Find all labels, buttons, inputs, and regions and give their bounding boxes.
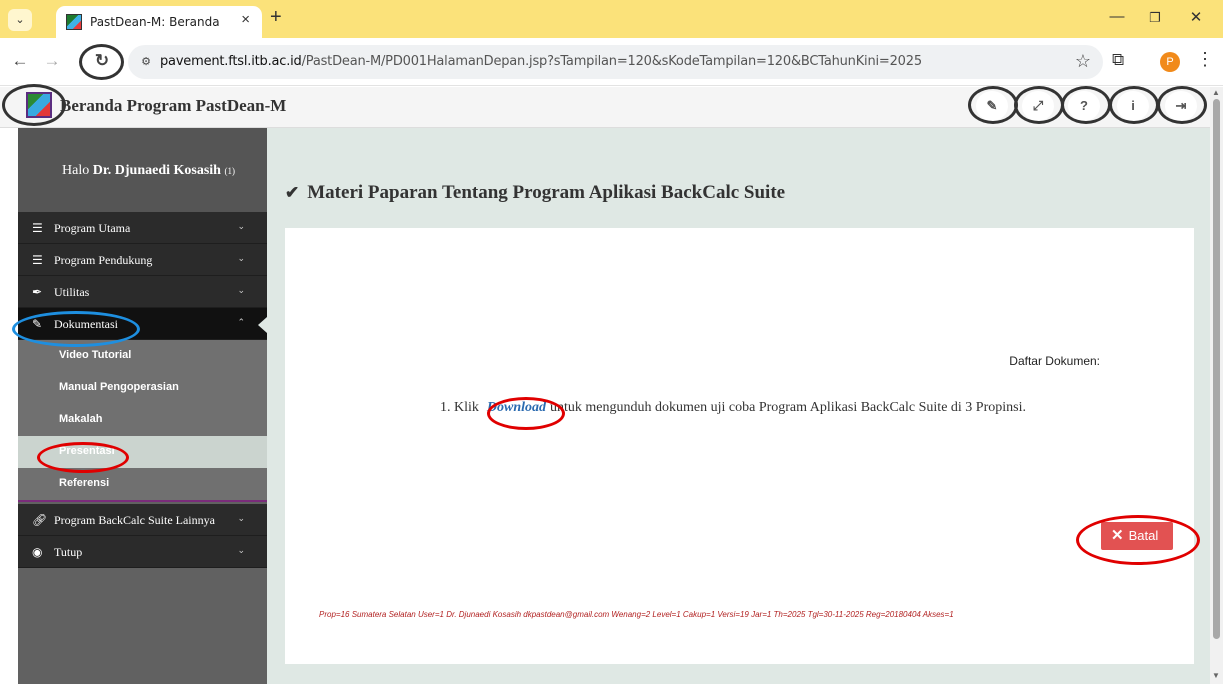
minimize-icon[interactable]: — — [1102, 8, 1132, 25]
scroll-up-icon[interactable]: ▲ — [1212, 88, 1220, 97]
document-list-heading: Daftar Dokumen: — [1009, 354, 1100, 368]
list-icon: ☰ — [32, 253, 43, 267]
extensions-icon[interactable]: ⧉ — [1112, 50, 1124, 70]
sidebar-item-label: Utilitas — [54, 285, 90, 299]
browser-toolbar: ← → ↻ ⚙ pavement.ftsl.itb.ac.id/PastDean… — [0, 38, 1223, 86]
annotation-ring-help — [1061, 86, 1111, 124]
content-title: ✔ Materi Paparan Tentang Program Aplikasi… — [285, 182, 785, 204]
address-bar[interactable]: ⚙ pavement.ftsl.itb.ac.id/PastDean-M/PD0… — [128, 45, 1103, 79]
scrollbar[interactable]: ▲ ▼ — [1210, 87, 1223, 684]
sidebar-menu-lower: 🔗︎ Program BackCalc Suite Lainnya ⌄ ◉ Tu… — [18, 504, 267, 568]
forward-arrow-icon[interactable]: → — [40, 49, 64, 73]
sidebar-item-label: Program Utama — [54, 221, 131, 235]
favicon-icon — [66, 14, 82, 30]
sidebar-item-program-pendukung[interactable]: ☰ Program Pendukung ⌄ — [18, 244, 267, 276]
sidebar-item-label: Tutup — [54, 545, 83, 559]
greeting-text: Halo Dr. Djunaedi Kosasih (1) — [62, 163, 235, 178]
document-panel: Daftar Dokumen: 1. Klik Download untuk men… — [285, 228, 1194, 664]
url-text: pavement.ftsl.itb.ac.id/PastDean-M/PD001… — [160, 54, 922, 69]
chevron-down-icon: ⌄ — [237, 253, 245, 263]
sidebar-item-utilitas[interactable]: ✒ Utilitas ⌄ — [18, 276, 267, 308]
back-arrow-icon[interactable]: ← — [8, 49, 32, 73]
sidebar-item-tutup[interactable]: ◉ Tutup ⌄ — [18, 536, 267, 568]
annotation-ring-expand — [1014, 86, 1064, 124]
submenu-item-referensi[interactable]: Referensi — [18, 468, 267, 500]
tab-close-icon[interactable]: × — [241, 11, 250, 28]
user-greeting: Halo Dr. Djunaedi Kosasih (1) — [18, 128, 267, 212]
page-title: Beranda Program PastDean-M — [60, 96, 287, 115]
chevron-down-icon: ⌄ — [237, 221, 245, 231]
tab-search-icon[interactable]: ⌄ — [8, 9, 32, 31]
sidebar-item-label: Program Pendukung — [54, 253, 153, 267]
chevron-down-icon: ⌄ — [237, 513, 245, 523]
avatar[interactable]: P — [1160, 52, 1180, 72]
divider — [18, 500, 267, 502]
list-icon: ☰ — [32, 221, 43, 235]
browser-tabbar: ⌄ PastDean-M: Beranda × + — ❐ ✕ — [0, 0, 1223, 38]
chevron-down-icon: ⌄ — [237, 285, 245, 295]
sidebar-item-label: Program BackCalc Suite Lainnya — [54, 513, 215, 527]
scrollbar-thumb[interactable] — [1213, 99, 1220, 639]
tab-title: PastDean-M: Beranda — [90, 15, 220, 29]
quill-icon: ✒ — [32, 285, 43, 299]
list-description: untuk mengunduh dokumen uji coba Program… — [550, 400, 1026, 415]
chevron-up-icon: ⌃ — [237, 317, 245, 327]
star-icon[interactable]: ☆ — [1075, 51, 1091, 72]
scroll-down-icon[interactable]: ▼ — [1212, 671, 1220, 680]
list-prefix: Klik — [454, 400, 479, 415]
more-menu-icon[interactable]: ⋮ — [1196, 49, 1214, 70]
close-icon[interactable]: ✕ — [1181, 8, 1211, 26]
annotation-ring-dokumentasi — [12, 311, 140, 347]
restore-icon[interactable]: ❐ — [1140, 10, 1170, 26]
annotation-ring-logo — [2, 84, 66, 126]
sidebar-item-backcalc-lainnya[interactable]: 🔗︎ Program BackCalc Suite Lainnya ⌄ — [18, 504, 267, 536]
sidebar-item-program-utama[interactable]: ☰ Program Utama ⌄ — [18, 212, 267, 244]
site-info-icon[interactable]: ⚙ — [137, 53, 155, 71]
annotation-ring-reload — [79, 44, 124, 80]
submenu-item-manual[interactable]: Manual Pengoperasian — [18, 372, 267, 404]
annotation-ring-pencil — [968, 86, 1018, 124]
browser-tab[interactable]: PastDean-M: Beranda × — [56, 6, 262, 38]
submenu-item-makalah[interactable]: Makalah — [18, 404, 267, 436]
annotation-ring-presentasi — [37, 442, 129, 473]
session-info: Prop=16 Sumatera Selatan User=1 Dr. Djun… — [319, 610, 954, 619]
link-icon: 🔗︎ — [32, 513, 48, 527]
annotation-ring-logout — [1157, 86, 1207, 124]
chevron-down-icon: ⌄ — [237, 545, 245, 555]
main-content: ✔ Materi Paparan Tentang Program Aplikasi… — [267, 128, 1210, 684]
annotation-ring-download — [487, 397, 565, 430]
check-icon: ✔ — [285, 183, 300, 202]
stop-icon: ◉ — [32, 545, 43, 559]
active-indicator — [258, 317, 267, 333]
content-title-text: Materi Paparan Tentang Program Aplikasi … — [307, 182, 786, 203]
sidebar: Halo Dr. Djunaedi Kosasih (1) ☰ Program … — [18, 128, 267, 684]
annotation-ring-info — [1109, 86, 1159, 124]
new-tab-button[interactable]: + — [270, 6, 282, 29]
dokumentasi-submenu: Video Tutorial Manual Pengoperasian Maka… — [18, 340, 267, 502]
list-number: 1. — [440, 400, 451, 415]
annotation-ring-batal — [1076, 515, 1200, 565]
